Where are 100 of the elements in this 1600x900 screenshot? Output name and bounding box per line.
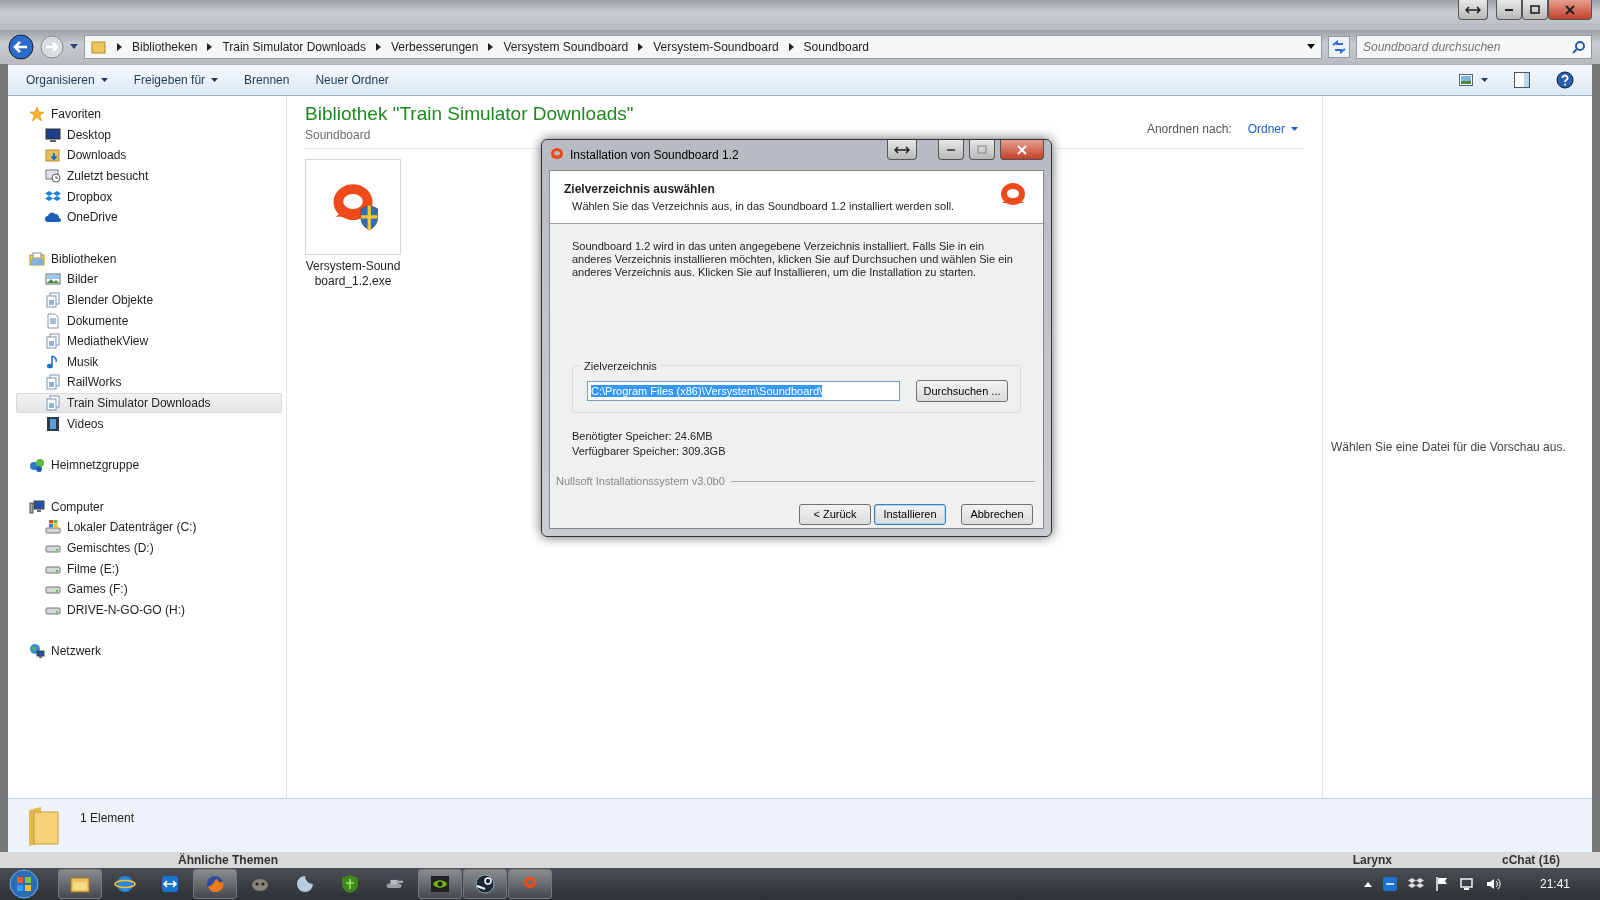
flag-icon[interactable] (1433, 876, 1450, 892)
forward-icon[interactable] (40, 35, 64, 59)
nav-item-label: RailWorks (67, 374, 122, 392)
breadcrumb[interactable]: Bibliotheken (132, 38, 198, 56)
toolbar-button[interactable]: Freigeben für (133, 71, 219, 89)
dialog-button[interactable]: < Zurück (799, 503, 871, 525)
nav-group-label[interactable]: Heimnetzgruppe (51, 456, 140, 475)
document-stack-icon (45, 395, 61, 411)
breadcrumb[interactable]: Verbesserungen (391, 38, 479, 56)
breadcrumb[interactable]: Soundboard (803, 38, 869, 56)
nav-item[interactable]: MediathekView (16, 330, 282, 352)
nav-item[interactable]: Videos (16, 413, 282, 434)
nav-item[interactable]: Filme (E:) (16, 558, 282, 579)
chevron-icon (488, 43, 494, 51)
search-icon (1572, 40, 1586, 54)
nav-group-label[interactable]: Computer (51, 497, 104, 516)
nav-item[interactable]: Lokaler Datenträger (C:) (16, 517, 282, 538)
installer-brand: Nullsoft Installationssystem v3.0b0 (556, 474, 725, 489)
nav-item[interactable]: Dropbox (16, 186, 282, 207)
breadcrumb[interactable]: Versystem Soundboard (503, 38, 629, 56)
taskbar-button[interactable] (58, 869, 102, 899)
nav-item-label: Lokaler Datenträger (C:) (67, 519, 197, 537)
resize-button[interactable] (887, 140, 917, 160)
nav-item-label: Dropbox (67, 188, 113, 206)
preview-pane-icon[interactable] (1514, 72, 1530, 88)
caret-icon[interactable] (1481, 78, 1488, 82)
taskbar-button[interactable] (463, 869, 507, 899)
taskbar-button[interactable] (418, 869, 462, 899)
resize-button[interactable] (1458, 0, 1488, 20)
search-field[interactable]: Soundboard durchsuchen (1356, 35, 1592, 59)
nav-item[interactable]: Zuletzt besucht (16, 165, 282, 187)
nav-item[interactable]: Downloads (16, 145, 282, 166)
instructions-text: Soundboard 1.2 wird in das unten angegebene Verzeichnis installiert. Falls Sie in ein anderes Verzeichnis installieren möchten, klicken Sie auf Durchsuchen und wählen Sie ein anderes Verzeichnis aus. Klicken Sie auf Installieren, um die Installation zu starten. (571, 239, 1014, 279)
caret-icon (1291, 127, 1298, 131)
nav-group-label[interactable]: Favoriten (51, 105, 102, 124)
minimize-button[interactable] (1496, 0, 1522, 20)
close-button[interactable] (1548, 0, 1592, 20)
nav-item-label: Downloads (67, 147, 127, 165)
nav-item[interactable]: Gemischtes (D:) (16, 537, 282, 559)
speaker-icon[interactable] (1485, 876, 1502, 892)
dialog-button[interactable]: Abbrechen (961, 503, 1033, 525)
document-stack-icon (45, 374, 61, 391)
globe-monitor-icon (29, 643, 45, 660)
nav-item-label: Gemischtes (D:) (67, 540, 154, 557)
toolbar-button[interactable]: Brennen (244, 71, 290, 89)
minimize-button[interactable] (938, 140, 964, 160)
system-drive-icon (45, 519, 61, 536)
dropdown-icon[interactable] (1307, 44, 1315, 50)
view-icon[interactable] (1459, 74, 1473, 86)
monitor-icon (45, 126, 61, 143)
arrange-dropdown[interactable]: Ordner (1247, 120, 1298, 138)
preview-message: Wählen Sie eine Datei für die Vorschau aus. (1331, 439, 1566, 456)
refresh-icon[interactable] (1328, 36, 1350, 58)
maximize-button[interactable] (1522, 0, 1548, 20)
maximize-button[interactable] (969, 140, 995, 160)
nav-item[interactable]: Musik (16, 351, 282, 373)
nav-item[interactable]: Train Simulator Downloads (16, 392, 282, 414)
minimize-icon (1505, 8, 1513, 11)
star-icon (29, 106, 45, 123)
breadcrumb[interactable]: Train Simulator Downloads (222, 38, 366, 56)
network-icon[interactable] (1459, 876, 1476, 892)
breadcrumb[interactable]: Versystem-Soundboard (653, 38, 779, 56)
globe-icon (114, 873, 136, 895)
nav-item-label: Games (F:) (67, 581, 128, 599)
background-text: Ähnliche Themen (178, 852, 278, 869)
close-button[interactable] (1000, 140, 1044, 160)
fireball-icon (204, 873, 226, 895)
nav-item[interactable]: Desktop (16, 124, 282, 146)
nav-item-label: Bilder (67, 271, 98, 289)
nav-item-label: Desktop (67, 126, 112, 144)
start-icon[interactable] (6, 869, 42, 899)
nav-item-label: Musik (67, 353, 99, 371)
nav-item[interactable]: RailWorks (16, 372, 282, 393)
nav-item-label: OneDrive (67, 209, 118, 227)
dialog-button[interactable]: Installieren (874, 503, 946, 525)
nav-item[interactable]: Dokumente (16, 310, 282, 331)
nav-item[interactable]: Bilder (16, 269, 282, 290)
chevron-icon (376, 43, 381, 51)
nav-item[interactable]: Blender Objekte (16, 289, 282, 311)
nav-item-label: DRIVE-N-GO-GO (H:) (67, 601, 185, 619)
caret-up-icon[interactable] (1363, 881, 1372, 887)
help-icon[interactable] (1556, 71, 1574, 89)
nav-item-label: Train Simulator Downloads (67, 395, 211, 412)
required-space: Benötigter Speicher: 24.6MB (572, 429, 714, 444)
nav-group-label[interactable]: Netzwerk (51, 642, 101, 661)
nav-item[interactable]: OneDrive (16, 206, 282, 228)
file-thumbnail[interactable] (305, 159, 401, 255)
clock[interactable]: 21:41 (1539, 875, 1570, 893)
toolbar-button[interactable]: Neuer Ordner (315, 71, 389, 89)
toolbar-button[interactable]: Organisieren (26, 71, 108, 89)
back-icon[interactable] (8, 34, 34, 60)
nav-group-label[interactable]: Bibliotheken (51, 249, 117, 268)
document-stack-icon (45, 333, 61, 350)
file-name[interactable]: Versystem-Soundboard_1.2.exe (305, 259, 401, 289)
chevron-icon (207, 43, 213, 51)
nav-item[interactable]: DRIVE-N-GO-GO (H:) (16, 599, 282, 621)
browse-button[interactable]: Durchsuchen ... (916, 380, 1008, 402)
nav-item-label: Filme (E:) (67, 560, 119, 578)
nav-item-label: Videos (67, 415, 104, 433)
nav-item[interactable]: Games (F:) (16, 578, 282, 600)
